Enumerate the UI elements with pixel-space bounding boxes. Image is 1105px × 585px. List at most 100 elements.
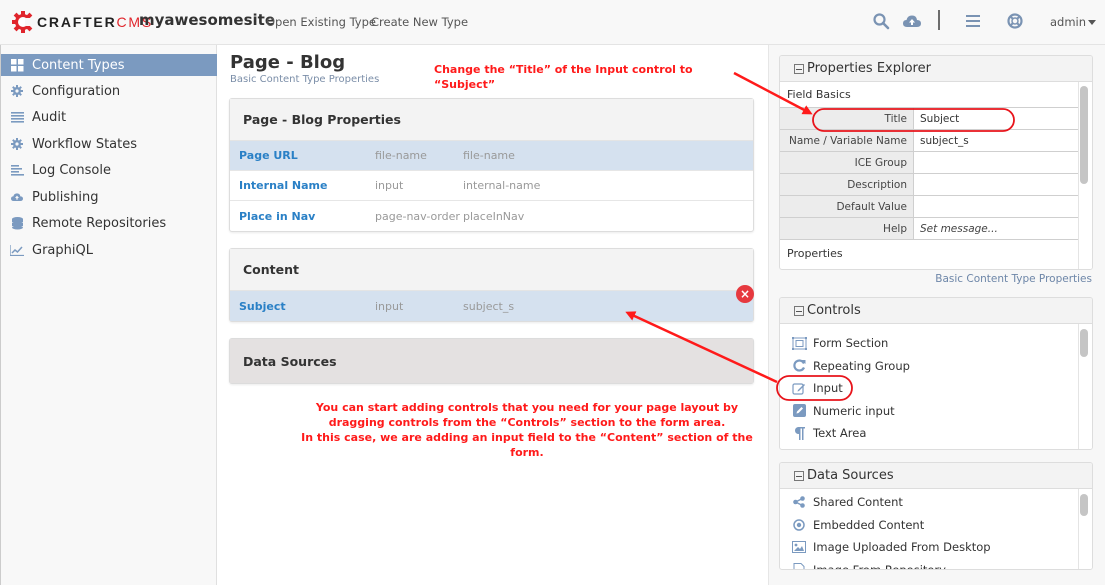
menu-icon[interactable]	[964, 12, 982, 30]
field-row-page-url[interactable]: Page URL file-name file-name	[230, 141, 753, 171]
dot-circle-icon	[791, 518, 807, 532]
search-icon[interactable]	[872, 12, 890, 30]
data-source-label: Image Uploaded From Desktop	[813, 540, 991, 555]
page-title: Page - Blog	[230, 52, 346, 73]
field-type: input	[375, 299, 404, 313]
crafter-logo[interactable]: CRAFTERCMS	[11, 9, 153, 35]
control-item-input[interactable]: Input	[780, 377, 1092, 400]
control-item-form-section[interactable]: Form Section	[780, 332, 1092, 355]
gear-icon	[10, 137, 24, 151]
data-source-item-embedded-content[interactable]: Embedded Content	[780, 514, 1092, 537]
property-row-title[interactable]: Title Subject	[780, 108, 1080, 130]
property-row-default-value[interactable]: Default Value	[780, 196, 1080, 218]
property-row-variable-name[interactable]: Name / Variable Name? subject_s	[780, 130, 1080, 168]
section-header[interactable]: Content	[230, 249, 753, 291]
field-type: file-name	[375, 149, 427, 162]
description-input[interactable]	[914, 174, 1080, 195]
scrollbar-thumb[interactable]	[1080, 329, 1088, 357]
form-section-data-sources[interactable]: Data Sources	[229, 338, 754, 384]
data-source-label: Embedded Content	[813, 517, 925, 532]
remove-field-button[interactable]: ×	[736, 285, 754, 303]
data-source-item-image-uploaded[interactable]: Image Uploaded From Desktop	[780, 536, 1092, 559]
collapse-icon[interactable]	[794, 63, 804, 74]
form-section-page-blog-properties[interactable]: Page - Blog Properties Page URL file-nam…	[229, 98, 754, 232]
panel-header[interactable]: Controls	[780, 298, 1092, 324]
file-image-icon	[791, 563, 807, 569]
section-header[interactable]: Page - Blog Properties	[230, 99, 753, 141]
property-key: Help	[780, 218, 914, 239]
collapse-icon[interactable]	[794, 305, 804, 316]
grid-icon	[10, 58, 24, 72]
sidebar-item-graphiql[interactable]: GraphiQL	[1, 239, 217, 261]
cloud-upload-icon[interactable]	[902, 12, 922, 30]
help-lifebuoy-icon[interactable]	[1006, 12, 1024, 30]
repeat-icon	[791, 359, 807, 373]
edit-icon	[791, 381, 807, 395]
property-row-description[interactable]: Description	[780, 174, 1080, 196]
field-label: Internal Name	[239, 179, 328, 192]
user-menu[interactable]: admin	[1050, 15, 1097, 29]
field-id: placeInNav	[463, 209, 525, 223]
site-name[interactable]: myawesomesite	[139, 11, 275, 29]
field-id: internal-name	[463, 179, 541, 192]
controls-list: Form Section Repeating Group Input Numer…	[780, 324, 1092, 449]
scrollbar-thumb[interactable]	[1080, 494, 1088, 516]
annotation-line: In this case, we are adding an input fie…	[301, 431, 753, 459]
property-key-text: Name / Variable Name	[788, 135, 907, 147]
pencil-square-icon	[791, 404, 807, 418]
page-subtitle-link[interactable]: Basic Content Type Properties	[230, 74, 379, 85]
sidebar-item-log-console[interactable]: Log Console	[1, 159, 217, 181]
field-row-subject[interactable]: Subject input subject_s	[230, 291, 753, 321]
list-icon	[10, 110, 24, 124]
control-item-text-area[interactable]: Text Area	[780, 422, 1092, 445]
control-item-numeric-input[interactable]: Numeric input	[780, 400, 1092, 423]
scrollbar-thumb[interactable]	[1080, 86, 1088, 184]
properties-label: Properties	[787, 246, 843, 260]
property-row-help[interactable]: Help Set message...	[780, 218, 1080, 240]
property-row-ice-group[interactable]: ICE Group	[780, 152, 1080, 174]
form-section-content[interactable]: Content Subject input subject_s	[229, 248, 754, 322]
sidebar-item-configuration[interactable]: Configuration	[1, 80, 217, 102]
sidebar-item-content-types[interactable]: Content Types	[1, 54, 217, 76]
sidebar-item-label: Content Types	[32, 57, 125, 73]
sidebar-item-publishing[interactable]: Publishing	[1, 186, 217, 208]
collapse-icon[interactable]	[794, 470, 804, 481]
panel-title: Data Sources	[807, 468, 894, 483]
image-icon	[791, 540, 807, 554]
sidebar-item-audit[interactable]: Audit	[1, 106, 217, 128]
field-row-place-in-nav[interactable]: Place in Nav page-nav-order placeInNav	[230, 201, 753, 231]
property-key: Name / Variable Name?	[780, 130, 914, 168]
panel-header[interactable]: Properties Explorer	[780, 56, 1092, 82]
logo-text-crafter: CRAFTER	[37, 14, 117, 30]
property-key: Title	[780, 108, 914, 129]
ice-group-input[interactable]	[914, 152, 1080, 173]
form-canvas: Page - Blog Basic Content Type Propertie…	[217, 45, 768, 585]
data-source-item-shared-content[interactable]: Shared Content	[780, 491, 1092, 514]
align-left-icon	[10, 163, 24, 177]
data-sources-list: Shared Content Embedded Content Image Up…	[780, 489, 1092, 569]
sidebar-item-workflow-states[interactable]: Workflow States	[1, 133, 217, 155]
title-input[interactable]: Subject	[914, 108, 1080, 129]
chart-line-icon	[10, 243, 24, 257]
create-new-type-link[interactable]: Create New Type	[371, 15, 468, 29]
basic-content-type-properties-link[interactable]: Basic Content Type Properties	[935, 273, 1092, 285]
help-message-input[interactable]: Set message...	[914, 218, 1080, 239]
open-existing-type-link[interactable]: Open Existing Type	[266, 15, 376, 29]
default-value-input[interactable]	[914, 196, 1080, 217]
variable-name-input[interactable]: subject_s	[914, 130, 1080, 151]
gear-icon	[10, 84, 24, 98]
field-row-internal-name[interactable]: Internal Name input internal-name	[230, 171, 753, 201]
annotation-line: dragging controls from the “Controls” se…	[328, 416, 726, 429]
top-bar: CRAFTERCMS myawesomesite Open Existing T…	[0, 0, 1105, 45]
paragraph-icon	[791, 426, 807, 440]
sidebar-item-remote-repositories[interactable]: Remote Repositories	[1, 212, 217, 234]
panel-header[interactable]: Data Sources	[780, 463, 1092, 489]
data-source-item-image-repository[interactable]: Image From Repository	[780, 559, 1092, 569]
properties-body: Field Basics Title Subject Name / Variab…	[780, 82, 1092, 269]
sidebar-item-label: Audit	[32, 109, 67, 125]
control-item-repeating-group[interactable]: Repeating Group	[780, 355, 1092, 378]
sidebar-item-label: Log Console	[32, 162, 111, 178]
cloud-upload-icon	[10, 190, 24, 204]
section-header[interactable]: Data Sources	[230, 339, 753, 383]
controls-panel: Controls Form Section Repeating Group In…	[779, 297, 1093, 450]
